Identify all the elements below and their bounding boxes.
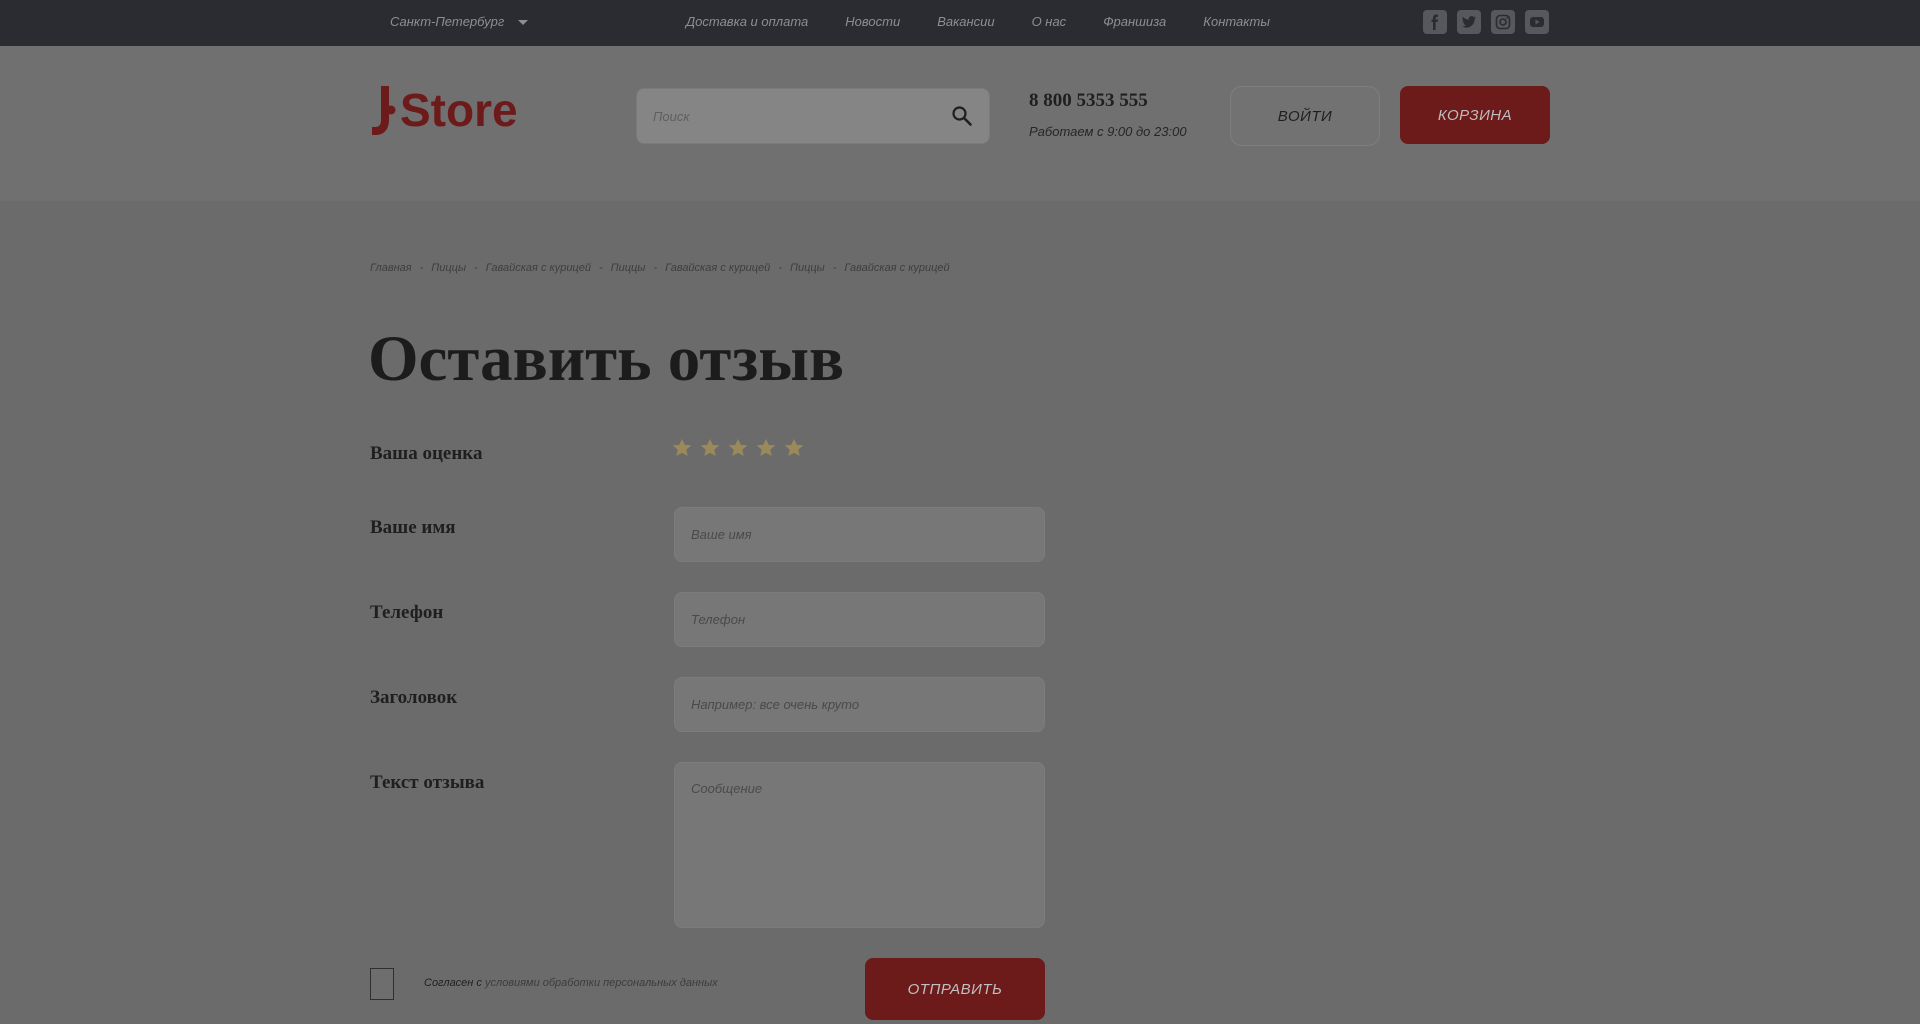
facebook-icon[interactable]	[1423, 10, 1447, 34]
city-selector[interactable]: Санкт-Петербург	[390, 14, 529, 29]
site-header: Store 8 800 5353 555 Работаем с 9:00 до …	[0, 46, 1920, 201]
logo-text: Store	[400, 84, 518, 136]
star-icon[interactable]	[783, 437, 805, 459]
rating-stars	[671, 437, 805, 459]
star-icon[interactable]	[755, 437, 777, 459]
search-input[interactable]	[637, 89, 937, 143]
phone-label: Телефон	[370, 602, 444, 623]
breadcrumb-separator: -	[653, 262, 658, 274]
breadcrumb-item-home[interactable]: Главная	[370, 262, 412, 274]
social-links	[1423, 10, 1549, 34]
review-text-field[interactable]	[675, 763, 1044, 927]
review-text-label: Текст отзыва	[370, 772, 485, 793]
search-icon[interactable]	[951, 105, 973, 127]
phone-number[interactable]: 8 800 5353 555	[1029, 90, 1148, 112]
consent-text: Согласен с условиями обработки персональ…	[424, 977, 718, 989]
nav-link-vacancies[interactable]: Вакансии	[937, 14, 994, 29]
breadcrumb-separator: -	[419, 262, 424, 274]
youtube-icon[interactable]	[1525, 10, 1549, 34]
nav-link-delivery[interactable]: Доставка и оплата	[686, 14, 808, 29]
instagram-icon[interactable]	[1491, 10, 1515, 34]
breadcrumb-item-current: Гавайская с курицей	[844, 262, 950, 274]
nav-link-about[interactable]: О нас	[1032, 14, 1067, 29]
breadcrumb-item[interactable]: Гавайская с курицей	[665, 262, 770, 274]
star-icon[interactable]	[699, 437, 721, 459]
nav-link-contacts[interactable]: Контакты	[1203, 14, 1270, 29]
consent-terms-link[interactable]: условиями обработки персональных данных	[485, 977, 718, 989]
top-bar: Санкт-Петербург Доставка и оплата Новост…	[0, 0, 1920, 46]
city-label: Санкт-Петербург	[390, 14, 505, 29]
name-field-wrapper	[674, 507, 1045, 562]
review-title-field[interactable]	[675, 678, 1044, 731]
nav-link-news[interactable]: Новости	[845, 14, 900, 29]
submit-button[interactable]: ОТПРАВИТЬ	[865, 958, 1045, 1020]
breadcrumb: Главная - Пиццы - Гавайская с курицей - …	[370, 262, 950, 274]
breadcrumb-item[interactable]: Пиццы	[611, 262, 646, 274]
search-bar	[636, 88, 990, 144]
phone-field[interactable]	[675, 593, 1044, 646]
breadcrumb-separator: -	[474, 262, 478, 274]
star-icon[interactable]	[727, 437, 749, 459]
phone-field-wrapper	[674, 592, 1045, 647]
twitter-icon[interactable]	[1457, 10, 1481, 34]
name-label: Ваше имя	[370, 517, 456, 538]
title-field-wrapper	[674, 677, 1045, 732]
page-title: Оставить отзыв	[368, 323, 845, 395]
consent-prefix: Согласен с	[424, 977, 482, 989]
breadcrumb-separator: -	[598, 262, 603, 274]
login-button[interactable]: ВОЙТИ	[1230, 86, 1380, 146]
top-nav: Доставка и оплата Новости Вакансии О нас…	[686, 14, 1307, 29]
breadcrumb-separator: -	[832, 262, 837, 274]
star-icon[interactable]	[671, 437, 693, 459]
breadcrumb-separator: -	[778, 262, 782, 274]
working-hours: Работаем с 9:00 до 23:00	[1029, 124, 1187, 139]
name-field[interactable]	[675, 508, 1044, 561]
title-label: Заголовок	[370, 687, 458, 708]
consent-checkbox[interactable]	[370, 968, 394, 1000]
breadcrumb-item[interactable]: Гавайская с курицей	[486, 262, 591, 274]
review-text-wrapper	[674, 762, 1045, 928]
jstore-logo[interactable]: Store	[370, 84, 552, 138]
breadcrumb-item[interactable]: Пиццы	[790, 262, 825, 274]
breadcrumb-item[interactable]: Пиццы	[431, 262, 466, 274]
cart-button[interactable]: КОРЗИНА	[1400, 86, 1550, 144]
chevron-down-icon	[518, 20, 529, 25]
rating-label: Ваша оценка	[370, 443, 483, 464]
nav-link-franchise[interactable]: Франшиза	[1103, 14, 1166, 29]
